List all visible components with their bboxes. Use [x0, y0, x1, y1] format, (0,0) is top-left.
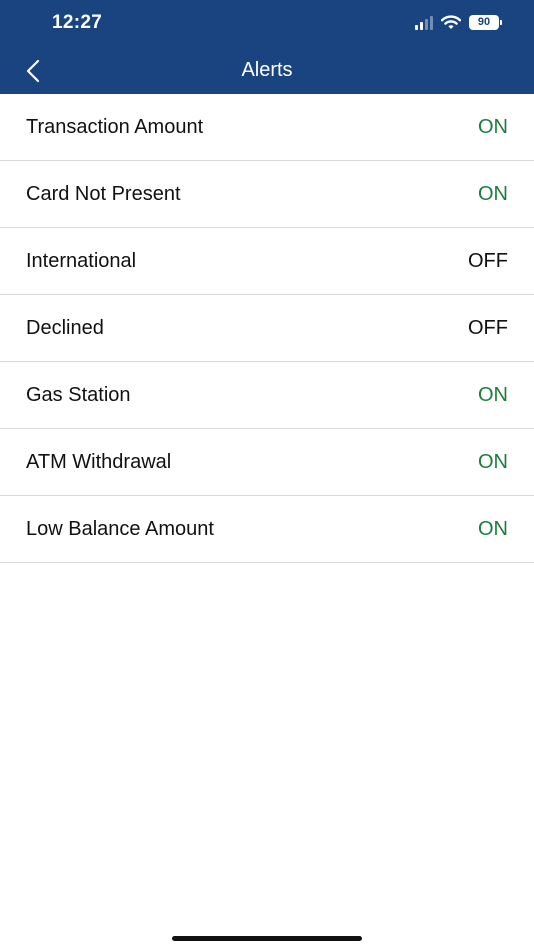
alert-row-low-balance-amount[interactable]: Low Balance Amount ON: [0, 496, 534, 563]
app-header: 12:27 90 Alerts: [0, 0, 534, 94]
alert-row-card-not-present[interactable]: Card Not Present ON: [0, 161, 534, 228]
home-indicator[interactable]: [172, 936, 362, 941]
alert-label: ATM Withdrawal: [26, 450, 172, 473]
alert-label: Declined: [26, 316, 104, 339]
battery-level: 90: [469, 15, 499, 30]
alert-status: ON: [478, 450, 508, 473]
alert-label: International: [26, 249, 137, 272]
alert-row-declined[interactable]: Declined OFF: [0, 295, 534, 362]
alerts-list: Transaction Amount ON Card Not Present O…: [0, 94, 534, 563]
wifi-icon: [441, 15, 461, 29]
status-time: 12:27: [52, 12, 103, 33]
status-icons: 90: [415, 15, 502, 30]
alert-status: ON: [478, 383, 508, 406]
alert-label: Low Balance Amount: [26, 517, 214, 540]
alert-status: OFF: [468, 249, 508, 272]
alert-row-atm-withdrawal[interactable]: ATM Withdrawal ON: [0, 429, 534, 496]
alert-label: Transaction Amount: [26, 115, 204, 138]
alert-row-international[interactable]: International OFF: [0, 228, 534, 295]
signal-icon: [415, 15, 433, 30]
alert-label: Gas Station: [26, 383, 131, 406]
alert-row-gas-station[interactable]: Gas Station ON: [0, 362, 534, 429]
alert-status: ON: [478, 517, 508, 540]
alert-status: ON: [478, 182, 508, 205]
alert-status: ON: [478, 115, 508, 138]
alert-status: OFF: [468, 316, 508, 339]
alert-row-transaction-amount[interactable]: Transaction Amount ON: [0, 94, 534, 161]
page-title: Alerts: [241, 59, 293, 81]
alert-label: Card Not Present: [26, 182, 181, 205]
battery-icon: 90: [469, 15, 502, 30]
